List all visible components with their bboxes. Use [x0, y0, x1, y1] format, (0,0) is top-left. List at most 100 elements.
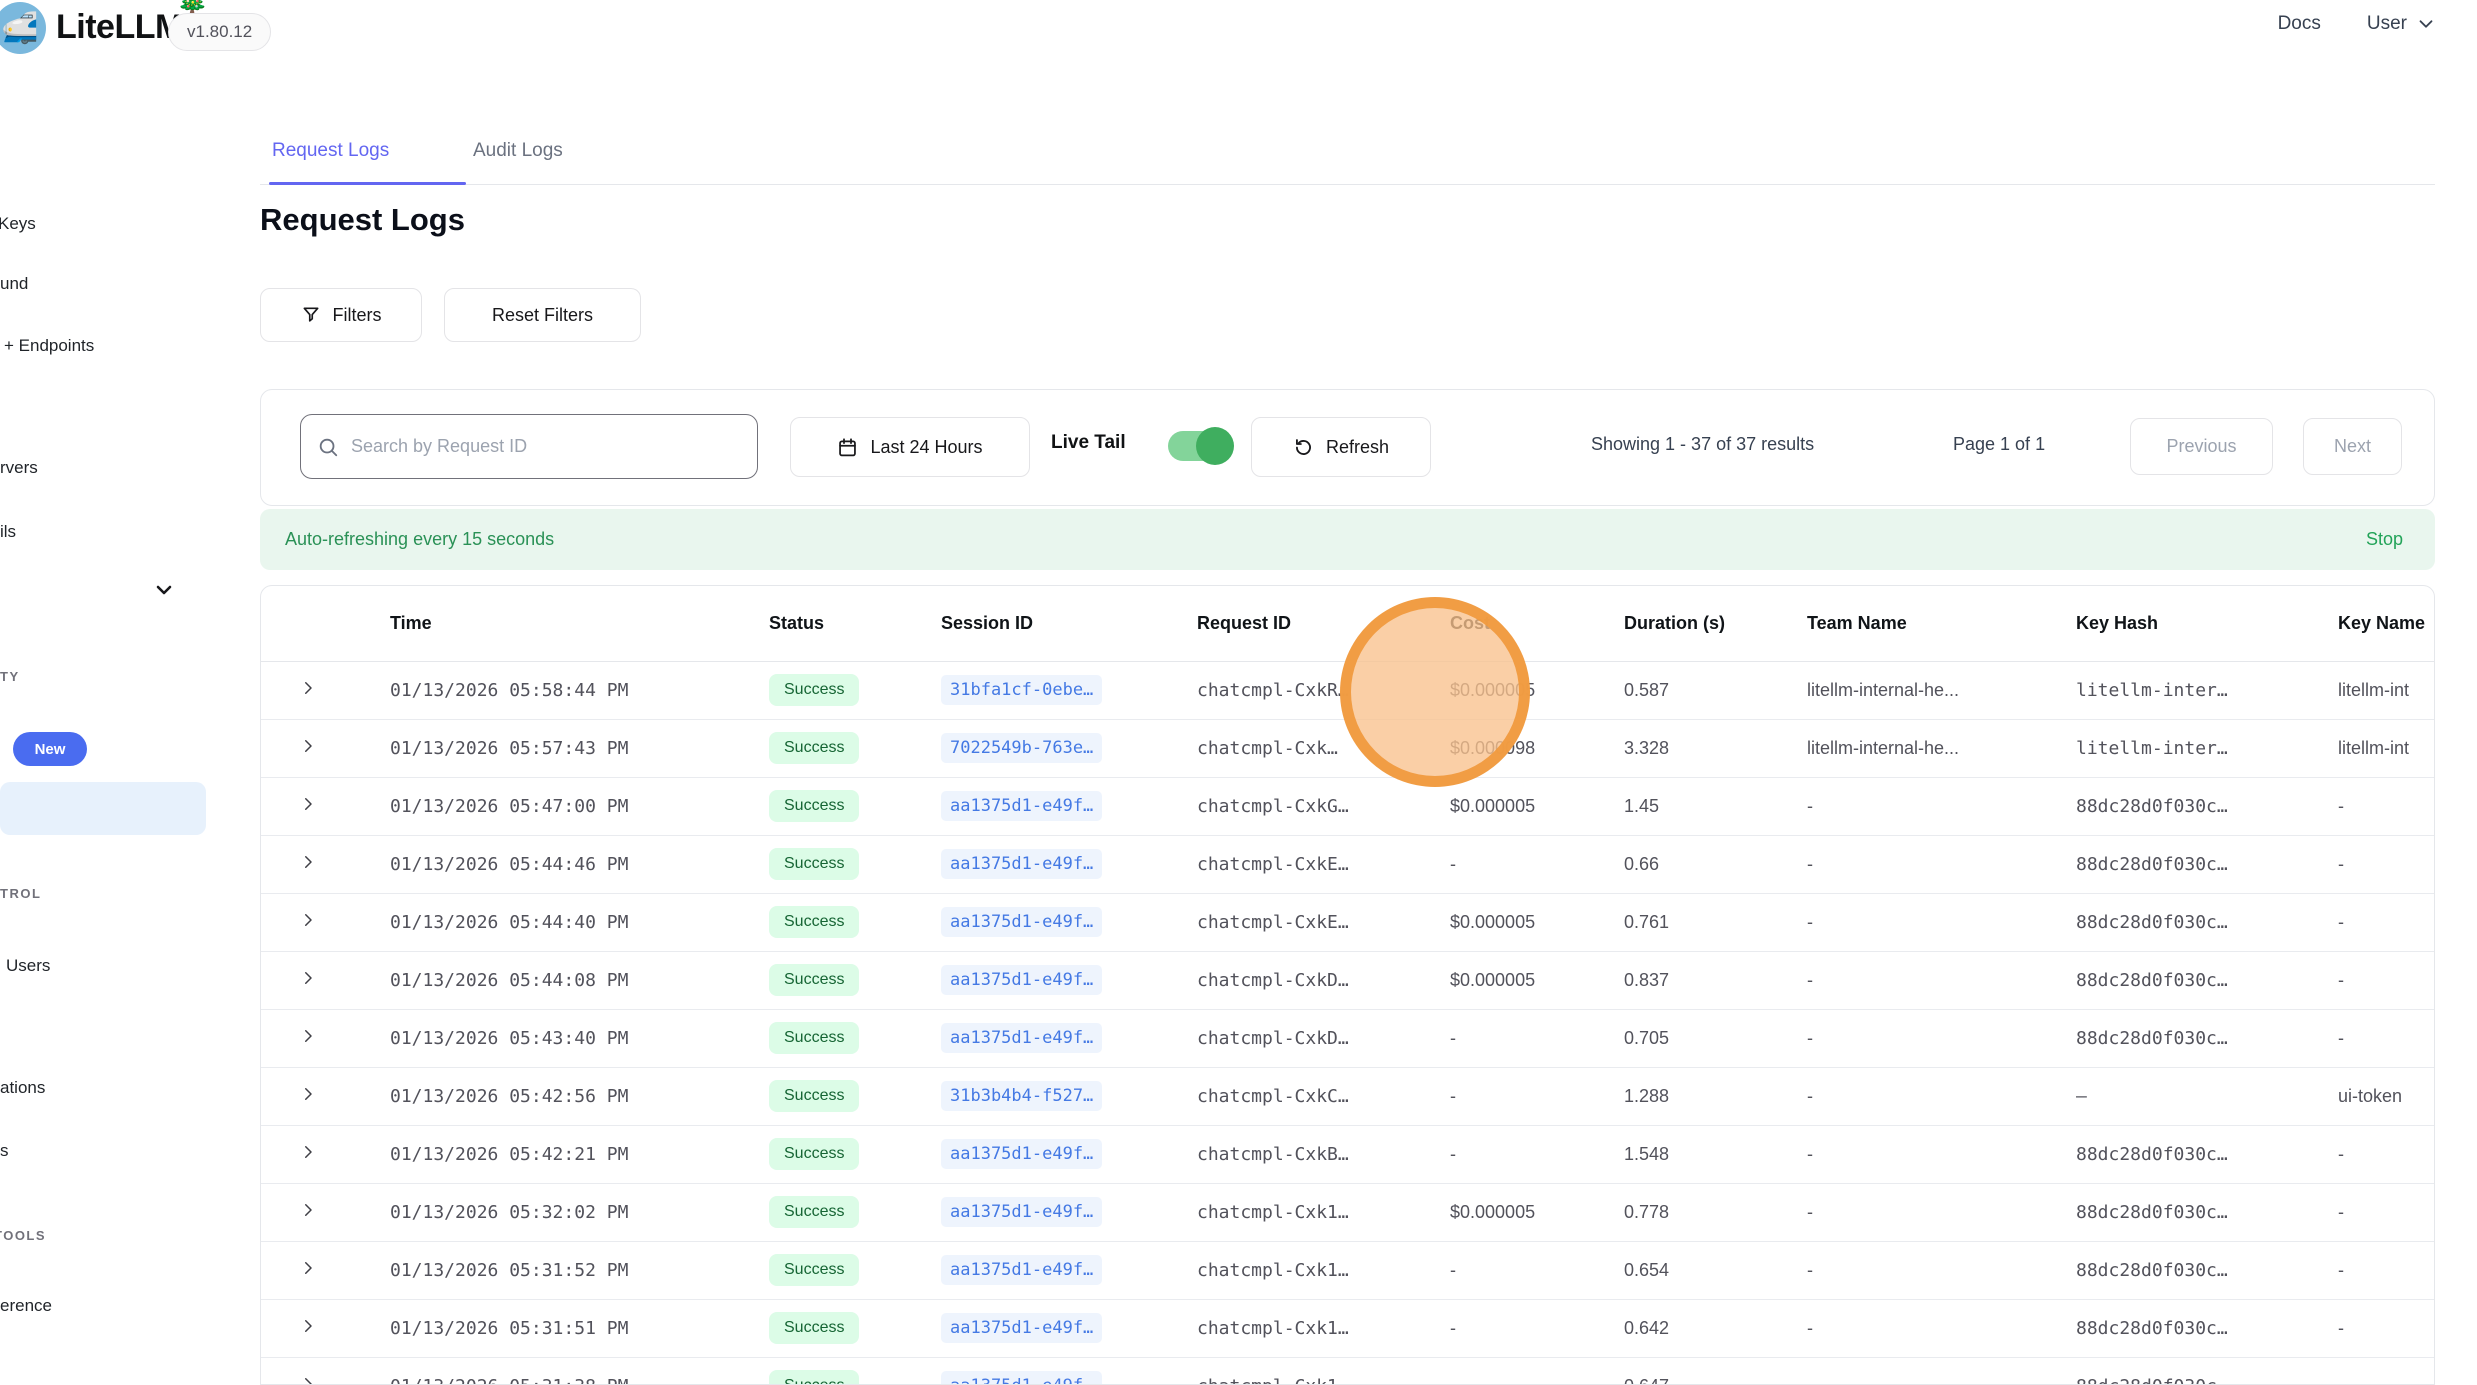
session-id-link[interactable]: 31b3b4b4-f527… [941, 1081, 1102, 1111]
sidebar-item-mcp-servers[interactable]: rvers [0, 458, 38, 478]
cell-duration: 1.45 [1624, 777, 1807, 835]
sidebar-item-organizations[interactable]: ations [0, 1078, 45, 1098]
cell-session-id: 31bfa1cf-0ebe… [941, 661, 1197, 719]
expand-row-button[interactable] [299, 1375, 317, 1385]
sidebar-item-models-endpoints[interactable]: + Endpoints [4, 336, 94, 356]
sidebar-item-guardrails[interactable]: ils [0, 522, 16, 542]
stop-auto-refresh-link[interactable]: Stop [2366, 529, 2403, 550]
cell-status: Success [769, 1125, 941, 1183]
expand-row-button[interactable] [299, 969, 317, 987]
cell-key-hash: 88dc28d0f030c… [2076, 835, 2338, 893]
reset-filters-button[interactable]: Reset Filters [444, 288, 641, 342]
cell-time: 01/13/2026 05:58:44 PM [390, 661, 769, 719]
session-id-link[interactable]: 7022549b-763e… [941, 733, 1102, 763]
table-row[interactable]: 01/13/2026 05:44:46 PMSuccessaa1375d1-e4… [261, 835, 2435, 893]
expand-row-button[interactable] [299, 1259, 317, 1277]
expand-row-button[interactable] [299, 1143, 317, 1161]
live-tail-toggle[interactable] [1168, 430, 1230, 462]
column-header-key-hash: Key Hash [2076, 586, 2338, 661]
table-row[interactable]: 01/13/2026 05:31:52 PMSuccessaa1375d1-e4… [261, 1241, 2435, 1299]
time-range-button[interactable]: Last 24 Hours [790, 417, 1030, 477]
session-id-link[interactable]: aa1375d1-e49f… [941, 1197, 1102, 1227]
sidebar-item-logs-active[interactable] [0, 782, 206, 835]
expand-row-button[interactable] [299, 737, 317, 755]
session-id-link[interactable]: 31bfa1cf-0ebe… [941, 675, 1102, 705]
sidebar-item-api-reference[interactable]: erence [0, 1296, 52, 1316]
status-badge: Success [769, 1022, 859, 1054]
cell-duration: 0.778 [1624, 1183, 1807, 1241]
session-id-link[interactable]: aa1375d1-e49f… [941, 849, 1102, 879]
session-id-link[interactable]: aa1375d1-e49f… [941, 965, 1102, 995]
funnel-icon [301, 305, 321, 325]
session-id-link[interactable]: aa1375d1-e49f… [941, 1371, 1102, 1385]
cell-status: Success [769, 1067, 941, 1125]
cell-request-id: chatcmpl-CxkB… [1197, 1125, 1450, 1183]
expand-row-button[interactable] [299, 853, 317, 871]
tab-audit-logs[interactable]: Audit Logs [473, 140, 563, 162]
sidebar-item-playground[interactable]: und [0, 274, 28, 294]
session-id-link[interactable]: aa1375d1-e49f… [941, 1139, 1102, 1169]
session-id-link[interactable]: aa1375d1-e49f… [941, 907, 1102, 937]
sidebar-item-teams[interactable]: s [0, 1141, 9, 1161]
session-id-link[interactable]: aa1375d1-e49f… [941, 1023, 1102, 1053]
litellm-logo-icon: 🚅 [0, 2, 46, 54]
chevron-right-icon [299, 853, 317, 871]
cell-key-name: - [2338, 951, 2435, 1009]
chevron-right-icon [299, 679, 317, 697]
expand-column-header [261, 586, 390, 661]
session-id-link[interactable]: aa1375d1-e49f… [941, 791, 1102, 821]
request-id-search[interactable] [300, 414, 758, 479]
session-id-link[interactable]: aa1375d1-e49f… [941, 1313, 1102, 1343]
user-menu-label: User [2367, 13, 2407, 35]
table-row[interactable]: 01/13/2026 05:57:43 PMSuccess7022549b-76… [261, 719, 2435, 777]
auto-refresh-banner: Auto-refreshing every 15 seconds Stop [260, 509, 2435, 570]
status-badge: Success [769, 1254, 859, 1286]
sidebar-section-access-control: TROL [0, 886, 41, 901]
cell-request-id: chatcmpl-CxkD… [1197, 951, 1450, 1009]
tab-request-logs[interactable]: Request Logs [272, 140, 389, 162]
table-row[interactable]: 01/13/2026 05:44:40 PMSuccessaa1375d1-e4… [261, 893, 2435, 951]
search-input[interactable] [351, 436, 741, 457]
cell-status: Success [769, 1183, 941, 1241]
expand-row-button[interactable] [299, 1085, 317, 1103]
sidebar-new-badge[interactable]: New [13, 732, 87, 766]
refresh-button[interactable]: Refresh [1251, 417, 1431, 477]
status-badge: Success [769, 790, 859, 822]
sidebar-collapse-chevron[interactable] [150, 578, 180, 602]
table-row[interactable]: 01/13/2026 05:31:51 PMSuccessaa1375d1-e4… [261, 1299, 2435, 1357]
expand-row-button[interactable] [299, 795, 317, 813]
sidebar-item-virtual-keys[interactable]: Keys [0, 214, 36, 234]
cell-session-id: 7022549b-763e… [941, 719, 1197, 777]
cell-duration: 0.654 [1624, 1241, 1807, 1299]
cell-request-id: chatcmpl-CxkR… [1197, 661, 1450, 719]
table-row[interactable]: 01/13/2026 05:32:02 PMSuccessaa1375d1-e4… [261, 1183, 2435, 1241]
column-header-time: Time [390, 586, 769, 661]
docs-link[interactable]: Docs [2278, 13, 2321, 35]
session-id-link[interactable]: aa1375d1-e49f… [941, 1255, 1102, 1285]
cell-time: 01/13/2026 05:44:08 PM [390, 951, 769, 1009]
table-row[interactable]: 01/13/2026 05:42:56 PMSuccess31b3b4b4-f5… [261, 1067, 2435, 1125]
previous-page-button[interactable]: Previous [2130, 418, 2273, 475]
cell-team-name: - [1807, 1357, 2076, 1385]
table-row[interactable]: 01/13/2026 05:58:44 PMSuccess31bfa1cf-0e… [261, 661, 2435, 719]
page-indicator: Page 1 of 1 [1953, 434, 2045, 455]
chevron-right-icon [299, 1027, 317, 1045]
table-row[interactable]: 01/13/2026 05:44:08 PMSuccessaa1375d1-e4… [261, 951, 2435, 1009]
expand-row-button[interactable] [299, 911, 317, 929]
user-menu[interactable]: User [2367, 13, 2437, 35]
cell-team-name: - [1807, 1125, 2076, 1183]
expand-row-button[interactable] [299, 679, 317, 697]
table-row[interactable]: 01/13/2026 05:31:38 PMSuccessaa1375d1-e4… [261, 1357, 2435, 1385]
sidebar-item-internal-users[interactable]: Users [6, 956, 50, 976]
table-row[interactable]: 01/13/2026 05:43:40 PMSuccessaa1375d1-e4… [261, 1009, 2435, 1067]
next-page-button[interactable]: Next [2303, 418, 2402, 475]
cell-status: Success [769, 1357, 941, 1385]
cell-duration: 3.328 [1624, 719, 1807, 777]
cell-request-id: chatcmpl-Cxk1… [1197, 1299, 1450, 1357]
expand-row-button[interactable] [299, 1317, 317, 1335]
table-row[interactable]: 01/13/2026 05:42:21 PMSuccessaa1375d1-e4… [261, 1125, 2435, 1183]
expand-row-button[interactable] [299, 1027, 317, 1045]
filters-button[interactable]: Filters [260, 288, 422, 342]
table-row[interactable]: 01/13/2026 05:47:00 PMSuccessaa1375d1-e4… [261, 777, 2435, 835]
expand-row-button[interactable] [299, 1201, 317, 1219]
